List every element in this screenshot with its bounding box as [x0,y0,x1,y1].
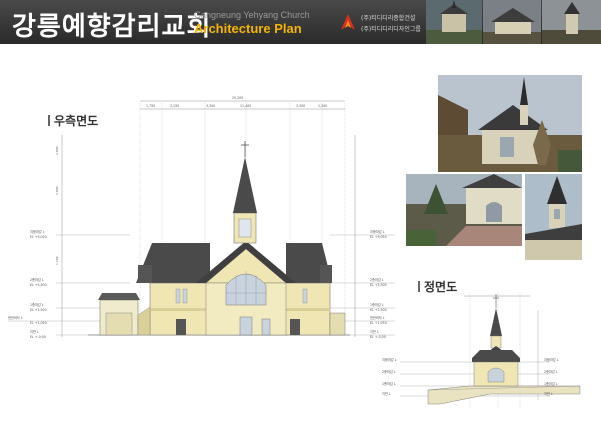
dim-top-5: 3,300 [296,104,305,108]
church-photo-1 [438,75,582,172]
company-logo-icon [341,14,355,30]
right-level-1: 지붕마감 L [370,229,385,234]
church-english-name: Gangneung Yehyang Church [194,10,310,20]
header-bar: 강릉예향감리교회 Gangneung Yehyang Church Archit… [0,0,601,44]
left-level-4: 현관바닥 L [8,315,23,320]
church-title: 강릉예향감리교회 [12,12,212,42]
front-right-level-2: 2층마감 L [544,369,558,374]
right-elevation-drawing: 25,200 1,750 3,150 3,300 11,400 3,300 1,… [8,96,395,339]
company-name-2: (주)티디디리디자인그룹 [361,26,421,33]
front-right-level-4: 지반 L [544,391,553,396]
dim-top-2: 3,150 [170,104,179,108]
front-elevation-drawing: 지붕마감 L 2층마감 L 1층마감 L 지반 L 지붕마감 L 2층마감 L … [382,292,581,408]
dim-top-3: 3,300 [206,104,215,108]
right-level-2: 2층마감 L [370,277,384,282]
front-level-1: 지붕마감 L [382,357,397,362]
church-photo-3 [525,174,582,260]
front-level-4: 지반 L [382,391,391,396]
left-level-5: 지반 L [30,329,39,334]
front-level-3: 1층마감 L [382,381,396,386]
header-thumb-1 [426,0,482,44]
dim-top-6: 1,300 [318,104,327,108]
left-level-1-sub: EL +9,050 [30,235,47,239]
left-level-3-sub: EL +1,500 [30,308,47,312]
left-side-dim-1: 2,800 [55,146,59,155]
header-thumb-3 [542,0,601,44]
company-name-1: (주)티디디리종합건설 [361,15,416,22]
dim-top-4: 11,400 [240,104,251,108]
left-level-2-sub: EL +5,500 [30,283,47,287]
dim-total: 25,200 [232,96,243,100]
header-thumb-2 [483,0,541,44]
left-side-dim-2: 3,800 [55,186,59,195]
left-level-3: 1층마감 L [30,302,44,307]
left-level-1: 지붕마감 L [30,229,45,234]
left-side-dim-3: 1,500 [55,256,59,265]
plan-title: Architecture Plan [194,21,302,36]
church-photo-2 [406,174,522,246]
left-level-4-sub: EL +1,050 [30,321,47,325]
front-right-level-3: 1층마감 L [544,381,558,386]
left-level-5-sub: EL +-0,00 [30,335,46,339]
dim-top-1: 1,750 [146,104,155,108]
right-level-2-sub: EL +5,500 [370,283,387,287]
right-level-1-sub: EL +9,050 [370,235,387,239]
left-level-2: 2층마감 L [30,277,44,282]
front-right-level-1: 지붕마감 L [544,357,559,362]
front-level-2: 2층마감 L [382,369,396,374]
